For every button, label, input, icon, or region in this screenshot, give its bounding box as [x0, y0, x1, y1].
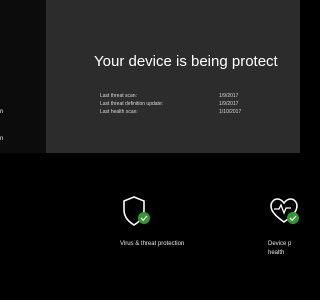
heart-check-icon [270, 198, 299, 224]
last-threat-scan-label: Last threat scan: [100, 93, 137, 99]
last-definition-update-value: 1/9/2017 [219, 101, 239, 107]
last-definition-update-label: Last threat definition update: [100, 101, 164, 107]
tile-device-performance-health-label: Device p health [268, 241, 292, 256]
last-health-scan-value: 1/10/2017 [219, 109, 242, 115]
last-health-scan-label: Last health scan: [100, 109, 138, 115]
sidebar: n n [0, 0, 46, 153]
sidebar-item-1[interactable]: n [0, 108, 20, 116]
tile-virus-threat-protection-label: Virus & threat protection [120, 241, 185, 247]
shield-check-icon [123, 196, 150, 226]
status-panel: Your device is being protect Last threat… [46, 0, 300, 153]
sidebar-item-2[interactable]: n [0, 135, 20, 143]
page-title: Your device is being protect [94, 53, 278, 70]
last-threat-scan-value: 1/9/2017 [219, 93, 239, 99]
